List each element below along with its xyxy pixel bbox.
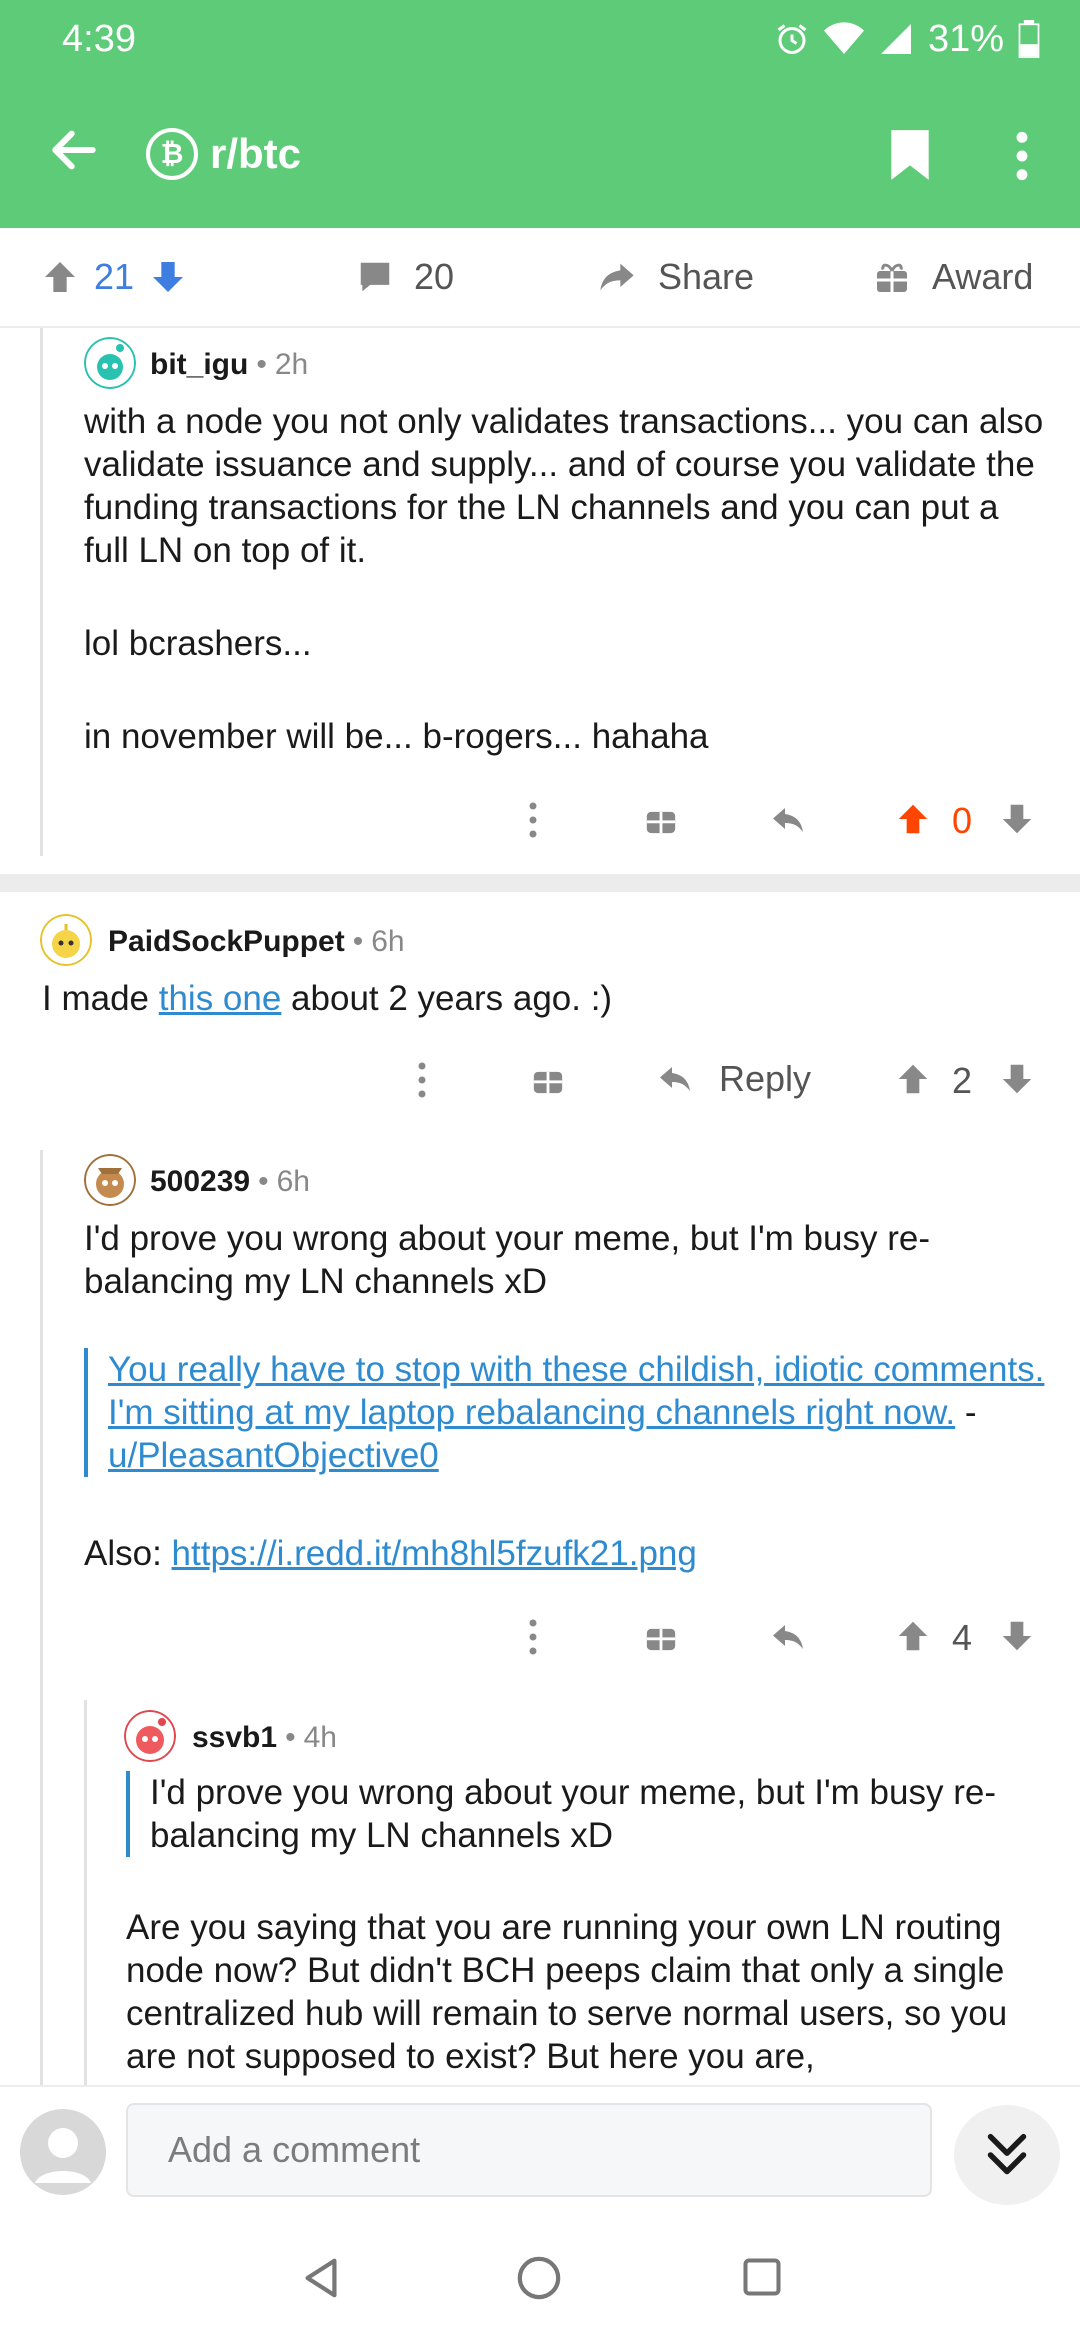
reply-arrow-icon[interactable] xyxy=(768,802,808,838)
username[interactable]: ssvb1 xyxy=(192,1721,277,1755)
user-link[interactable]: u/PleasantObjective0 xyxy=(108,1436,439,1475)
app-header: 4:39 31% ₿ r/btc xyxy=(0,0,1080,228)
system-nav-bar xyxy=(0,2215,1080,2340)
recents-square-icon[interactable] xyxy=(740,2255,784,2299)
comment-composer-bar: Add a comment xyxy=(0,2085,1080,2217)
downvote-arrow-icon[interactable] xyxy=(148,257,188,297)
comment-meta: ssvb1 • 4h xyxy=(192,1721,337,1755)
signal-icon xyxy=(880,24,911,54)
comment-body: with a node you not only validates trans… xyxy=(84,402,1044,756)
comment-score: 4 xyxy=(952,1617,973,1658)
award-label: Award xyxy=(932,256,1034,297)
avatar[interactable] xyxy=(84,1154,136,1206)
post-vote-group: 21 xyxy=(40,228,188,326)
battery-icon xyxy=(1018,20,1040,58)
back-arrow-icon[interactable] xyxy=(46,122,102,178)
double-chevron-down-icon xyxy=(987,2133,1027,2175)
upvote-arrow-icon[interactable] xyxy=(40,257,80,297)
reply-label: Reply xyxy=(719,1058,812,1099)
bookmark-icon[interactable] xyxy=(888,128,932,182)
quote-link[interactable]: You really have to stop with these child… xyxy=(108,1350,1044,1432)
username[interactable]: 500239 xyxy=(150,1165,250,1199)
comment-meta: PaidSockPuppet • 6h xyxy=(108,925,405,959)
share-button[interactable]: Share xyxy=(596,228,754,326)
downvote-arrow-icon[interactable] xyxy=(998,1617,1036,1655)
thread-line xyxy=(40,328,43,856)
comment-score: 2 xyxy=(952,1060,973,1101)
back-triangle-icon[interactable] xyxy=(298,2255,344,2301)
username[interactable]: PaidSockPuppet xyxy=(108,925,345,959)
comment-count: 20 xyxy=(414,256,455,297)
comment-bubble-icon xyxy=(360,262,390,292)
award-button[interactable]: Award xyxy=(874,228,1033,326)
comment-body: Are you saying that you are running your… xyxy=(126,1908,1008,2076)
comment-divider xyxy=(0,874,1080,892)
reply-arrow-icon xyxy=(660,1067,690,1091)
home-circle-icon[interactable] xyxy=(516,2255,562,2301)
comments-button[interactable]: 20 xyxy=(356,228,454,326)
comment-actions: 4 xyxy=(0,1607,1080,1667)
thread-line xyxy=(84,1700,87,2085)
more-options-icon[interactable] xyxy=(528,802,538,838)
image-link[interactable]: https://i.redd.it/mh8hl5fzufk21.png xyxy=(172,1534,697,1573)
status-time: 4:39 xyxy=(62,18,136,60)
overflow-menu-icon[interactable] xyxy=(1004,128,1040,184)
user-avatar-icon[interactable] xyxy=(20,2109,106,2195)
downvote-arrow-icon[interactable] xyxy=(998,800,1036,838)
comment-actions: Reply 2 xyxy=(0,1050,1080,1110)
comment-body: I made this one about 2 years ago. :) xyxy=(42,979,613,1018)
downvote-arrow-icon[interactable] xyxy=(998,1060,1036,1098)
comment-body-also: Also: https://i.redd.it/mh8hl5fzufk21.pn… xyxy=(84,1534,697,1573)
avatar[interactable] xyxy=(40,914,92,966)
username[interactable]: bit_igu xyxy=(150,348,248,382)
reply-button[interactable]: Reply xyxy=(655,1058,811,1100)
more-options-icon[interactable] xyxy=(417,1062,427,1098)
inline-link[interactable]: this one xyxy=(159,979,282,1018)
gift-icon[interactable] xyxy=(644,1619,678,1653)
avatar[interactable] xyxy=(84,337,136,389)
comment-meta: 500239 • 6h xyxy=(150,1165,310,1199)
comment-age: 4h xyxy=(303,1721,337,1754)
more-options-icon[interactable] xyxy=(528,1619,538,1655)
blockquote: I'd prove you wrong about your meme, but… xyxy=(126,1771,1040,1857)
avatar[interactable] xyxy=(124,1710,176,1762)
jump-next-button[interactable] xyxy=(954,2105,1060,2205)
comment-age: 6h xyxy=(276,1165,310,1198)
post-vote-count: 21 xyxy=(94,256,135,297)
add-comment-input[interactable]: Add a comment xyxy=(126,2103,932,2197)
comment-meta: bit_igu • 2h xyxy=(150,348,309,382)
wifi-icon xyxy=(823,22,864,54)
subreddit-name[interactable]: r/btc xyxy=(210,128,301,180)
comment-age: 6h xyxy=(371,925,405,958)
comment-body: I'd prove you wrong about your meme, but… xyxy=(84,1219,930,1301)
upvote-arrow-icon[interactable] xyxy=(894,800,932,838)
share-arrow-icon xyxy=(600,263,634,291)
gift-icon[interactable] xyxy=(644,802,678,836)
comment-actions: 0 xyxy=(0,790,1080,850)
bitcoin-icon: ₿ xyxy=(146,128,198,180)
alarm-icon xyxy=(777,24,807,54)
gift-icon[interactable] xyxy=(531,1062,565,1096)
battery-percent: 31% xyxy=(927,17,1004,60)
comment-score: 0 xyxy=(952,800,973,841)
status-icons: 31% xyxy=(774,14,1040,64)
comment-age: 2h xyxy=(274,348,309,381)
blockquote: You really have to stop with these child… xyxy=(84,1348,1063,1477)
upvote-arrow-icon[interactable] xyxy=(894,1617,932,1655)
gift-icon xyxy=(877,263,907,292)
upvote-arrow-icon[interactable] xyxy=(894,1060,932,1098)
reply-arrow-icon[interactable] xyxy=(768,1619,808,1655)
share-label: Share xyxy=(658,256,755,297)
post-action-bar: 21 20 Share Award xyxy=(0,228,1080,328)
